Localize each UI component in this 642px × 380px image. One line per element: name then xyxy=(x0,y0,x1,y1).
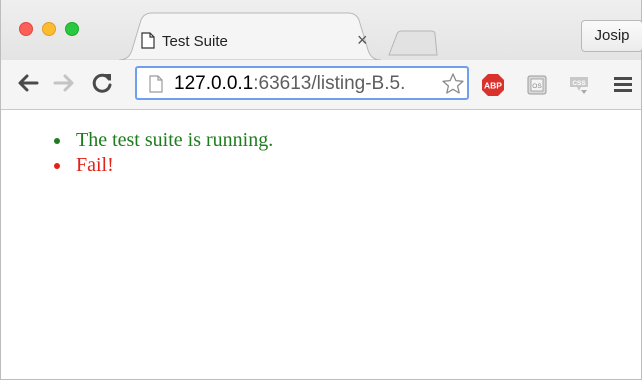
title-bar: Test Suite × Josip xyxy=(1,0,642,60)
reload-icon[interactable] xyxy=(89,70,115,96)
page-icon xyxy=(141,32,155,49)
url-text[interactable]: 127.0.0.1:63613/listing-B.5. xyxy=(174,73,440,95)
tab-shape xyxy=(119,12,381,60)
toolbar: 127.0.0.1:63613/listing-B.5. ABP OS CSS xyxy=(1,60,641,110)
close-window-button[interactable] xyxy=(19,22,33,36)
test-results-list: The test suite is running. Fail! xyxy=(51,128,273,178)
fail-bullet xyxy=(54,163,60,169)
profile-button[interactable]: Josip xyxy=(581,20,642,52)
page-content: The test suite is running. Fail! xyxy=(1,110,641,380)
new-tab-button[interactable] xyxy=(387,30,439,56)
minimize-window-button[interactable] xyxy=(42,22,56,36)
os-extension-icon[interactable]: OS xyxy=(525,73,549,97)
bookmark-star-icon[interactable] xyxy=(441,72,465,96)
pass-bullet xyxy=(54,138,60,144)
browser-window: Test Suite × Josip 127.0.0.1:63613/listi… xyxy=(0,0,642,380)
zoom-window-button[interactable] xyxy=(65,22,79,36)
url-path: :63613/listing-B.5. xyxy=(253,73,406,94)
back-arrow-icon[interactable] xyxy=(15,70,41,96)
forward-arrow-icon[interactable] xyxy=(51,70,77,96)
css-label: CSS xyxy=(572,80,586,87)
url-host: 127.0.0.1 xyxy=(174,73,254,94)
tab-close-icon[interactable]: × xyxy=(357,31,368,49)
tab-test-suite[interactable]: Test Suite × xyxy=(119,12,381,60)
menu-icon[interactable] xyxy=(613,74,633,94)
tab-title: Test Suite xyxy=(162,33,228,50)
result-item-fail: Fail! xyxy=(51,153,273,178)
css-extension-icon[interactable]: CSS xyxy=(567,73,591,97)
result-text: Fail! xyxy=(76,154,114,176)
result-item-pass: The test suite is running. xyxy=(51,128,273,153)
adblock-plus-icon[interactable]: ABP xyxy=(481,73,505,97)
page-info-icon[interactable] xyxy=(149,75,163,93)
result-text: The test suite is running. xyxy=(76,129,274,151)
address-bar[interactable]: 127.0.0.1:63613/listing-B.5. xyxy=(135,66,469,100)
adblock-label: ABP xyxy=(484,81,502,91)
os-label: OS xyxy=(532,83,542,90)
